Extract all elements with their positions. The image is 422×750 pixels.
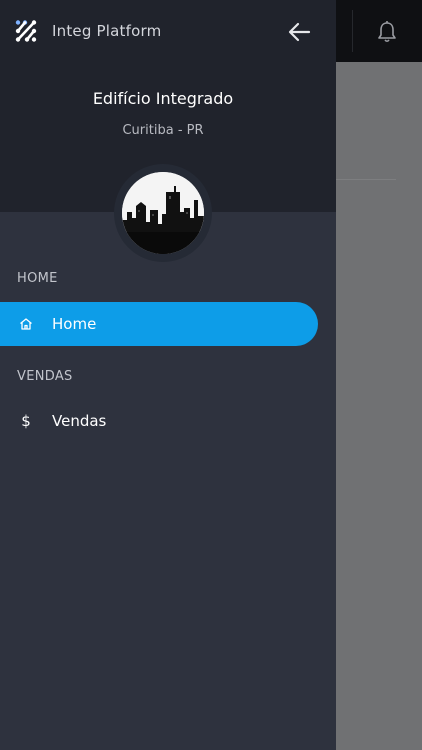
navigation-drawer: Integ Platform Edifício Integrado Curiti…: [0, 0, 336, 750]
content-divider: [336, 179, 396, 180]
section-label-vendas: VENDAS: [17, 369, 73, 384]
bell-icon[interactable]: [376, 20, 398, 44]
city-skyline-icon: [122, 172, 204, 254]
menu-item-home[interactable]: Home: [0, 302, 318, 346]
section-label-home: HOME: [17, 271, 58, 286]
profile-location: Curitiba - PR: [122, 123, 204, 138]
back-arrow-icon[interactable]: [286, 18, 314, 46]
app-content-overlay[interactable]: [336, 62, 422, 750]
menu-item-label: Home: [52, 315, 97, 333]
avatar[interactable]: [122, 172, 204, 254]
menu-item-vendas[interactable]: $ Vendas: [0, 399, 318, 443]
menu-item-label: Vendas: [52, 412, 107, 430]
topbar-divider: [352, 10, 353, 52]
integ-logo-icon: [15, 20, 37, 42]
dollar-icon: $: [21, 412, 31, 430]
app-name: Integ Platform: [52, 22, 162, 40]
brand: Integ Platform: [14, 18, 161, 44]
avatar-ring: [114, 164, 212, 262]
app-topbar: [336, 0, 422, 62]
profile-name: Edifício Integrado: [92, 89, 234, 108]
home-icon: [0, 302, 52, 346]
